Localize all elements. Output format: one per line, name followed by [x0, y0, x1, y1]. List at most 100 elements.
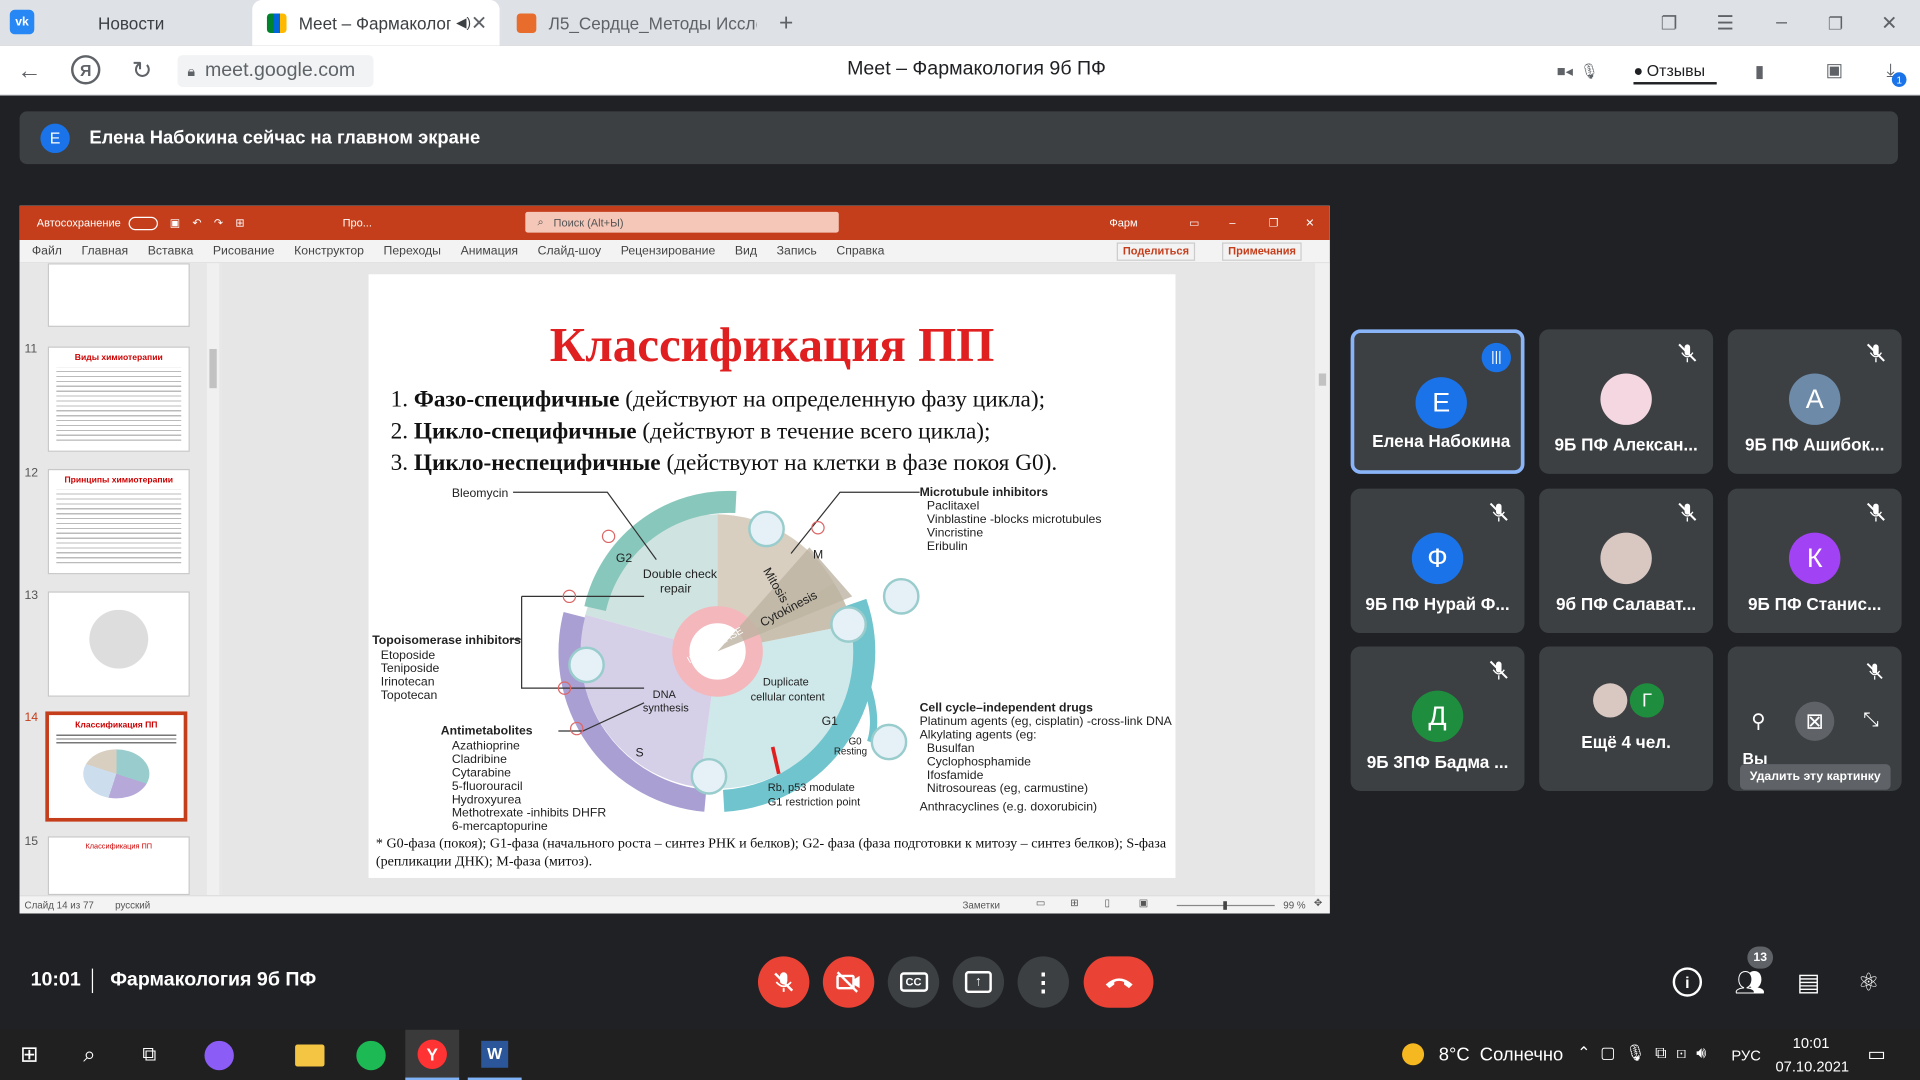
- pin-icon[interactable]: ⚲: [1745, 708, 1772, 735]
- mic-toggle-button[interactable]: [757, 956, 810, 1008]
- search-taskbar-icon[interactable]: ⌕: [62, 1030, 116, 1080]
- ppt-menu-0[interactable]: Файл: [32, 244, 62, 257]
- ppt-menu-6[interactable]: Анимация: [461, 244, 518, 257]
- ppt-menu-3[interactable]: Рисование: [213, 244, 275, 257]
- meeting-details-icon[interactable]: i: [1672, 967, 1703, 997]
- more-options-button[interactable]: ⋮: [1017, 956, 1069, 1008]
- close-tab-icon[interactable]: ✕: [471, 10, 487, 34]
- participant-tile[interactable]: E Елена Набокина |||: [1350, 329, 1525, 474]
- url-field[interactable]: 🔒︎ meet.google.com: [177, 55, 374, 87]
- participant-tile[interactable]: Ф 9Б ПФ Нурай Ф...: [1350, 488, 1525, 634]
- vk-icon[interactable]: vk: [9, 9, 35, 35]
- thumb-14-selected[interactable]: Классификация ПП: [45, 711, 188, 822]
- yandex-icon[interactable]: Я: [71, 55, 101, 85]
- notifications-icon[interactable]: ▭: [1867, 1042, 1886, 1066]
- participant-tile[interactable]: 9б ПФ Салават...: [1539, 488, 1714, 634]
- save-icon[interactable]: ▣: [170, 216, 180, 229]
- ppt-search[interactable]: ⌕ Поиск (Alt+Ы): [525, 211, 839, 233]
- tab-meet[interactable]: Meet – Фармакологи ◀) ✕: [252, 0, 500, 46]
- leave-call-button[interactable]: [1083, 956, 1154, 1008]
- ppt-menu-5[interactable]: Переходы: [384, 244, 441, 257]
- clock-time[interactable]: 10:01: [1793, 1035, 1830, 1052]
- reload-icon[interactable]: ↻: [127, 55, 156, 84]
- alice-icon[interactable]: [192, 1030, 246, 1080]
- undo-icon[interactable]: ↶: [192, 216, 201, 229]
- task-view-icon[interactable]: ⧉: [122, 1030, 176, 1080]
- tab-doc[interactable]: Л5_Сердце_Методы Иссле: [502, 0, 757, 45]
- minimize-icon[interactable]: –: [1768, 10, 1795, 37]
- view-slideshow-icon[interactable]: ▣: [1139, 898, 1148, 909]
- word-icon[interactable]: W: [467, 1030, 522, 1080]
- mic-status-icon[interactable]: 🎙︎: [1580, 60, 1600, 82]
- close-window-icon[interactable]: ✕: [1876, 10, 1903, 37]
- notes-button[interactable]: Заметки: [962, 900, 999, 911]
- svg-text:Cladribine: Cladribine: [452, 752, 507, 766]
- extension-icon[interactable]: ▣: [1822, 58, 1846, 82]
- ppt-minimize-icon[interactable]: –: [1229, 217, 1235, 229]
- ppt-menu-11[interactable]: Справка: [836, 244, 884, 257]
- share-button[interactable]: Поделиться: [1116, 242, 1196, 261]
- spotify-icon[interactable]: [344, 1030, 398, 1080]
- weather[interactable]: 8°C Солнечно: [1439, 1044, 1564, 1065]
- audio-icon[interactable]: ◀): [456, 15, 471, 31]
- clock-date[interactable]: 07.10.2021: [1776, 1058, 1850, 1075]
- ppt-menu-4[interactable]: Конструктор: [294, 244, 364, 257]
- maximize-icon[interactable]: ❐: [1822, 10, 1849, 37]
- ppt-menu-10[interactable]: Запись: [777, 244, 817, 257]
- back-icon[interactable]: ←: [15, 56, 44, 85]
- yandex-browser-icon[interactable]: Y: [405, 1029, 460, 1080]
- explorer-icon[interactable]: [283, 1030, 337, 1080]
- people-icon[interactable]: 👥︎: [1733, 965, 1767, 999]
- redo-icon[interactable]: ↷: [214, 216, 223, 229]
- bookmark-icon[interactable]: ▮: [1749, 59, 1771, 83]
- ppt-menu-1[interactable]: Главная: [82, 244, 129, 257]
- ppt-menu-9[interactable]: Вид: [735, 244, 757, 257]
- view-reading-icon[interactable]: ▯: [1104, 898, 1109, 909]
- menu-icon[interactable]: ☰: [1712, 10, 1739, 37]
- ribbon-display-icon[interactable]: ▭: [1189, 216, 1199, 229]
- slide-scrollbar[interactable]: [1315, 263, 1330, 896]
- start-icon[interactable]: ⊞: [2, 1030, 56, 1080]
- camera-status-icon[interactable]: ■◂: [1553, 60, 1577, 82]
- tray-icons[interactable]: ⌃▢🎙︎⧉⊡🔊︎: [1577, 1043, 1716, 1063]
- ppt-menu-8[interactable]: Рецензирование: [621, 244, 716, 257]
- view-sorter-icon[interactable]: ⊞: [1070, 898, 1078, 909]
- ppt-menu-7[interactable]: Слайд-шоу: [538, 244, 601, 257]
- thumb-scrollbar[interactable]: [206, 263, 220, 896]
- participant-avatar: А: [1788, 373, 1841, 425]
- collections-icon[interactable]: ❐: [1656, 10, 1683, 37]
- autosave-toggle[interactable]: [128, 216, 158, 230]
- present-icon[interactable]: ⊞: [235, 216, 244, 229]
- participant-tile[interactable]: Д 9Б 3ПФ Бадма ...: [1350, 646, 1525, 792]
- input-language[interactable]: РУС: [1731, 1047, 1760, 1064]
- participant-tile[interactable]: 9Б ПФ Алексан...: [1539, 329, 1714, 474]
- chat-icon[interactable]: ▤: [1793, 966, 1825, 998]
- thumb-15[interactable]: Классификация ПП: [47, 836, 190, 896]
- participant-tile[interactable]: Г Ещё 4 чел.: [1539, 646, 1714, 792]
- camera-toggle-button[interactable]: [822, 956, 875, 1008]
- thumb-10[interactable]: [47, 263, 190, 327]
- svg-text:repair: repair: [660, 582, 691, 596]
- minimize-tile-icon[interactable]: ⤡: [1858, 708, 1885, 735]
- ppt-close-icon[interactable]: ✕: [1305, 216, 1314, 229]
- thumb-13[interactable]: [47, 591, 190, 697]
- activities-icon[interactable]: ⚛︎: [1853, 966, 1885, 998]
- svg-text:5-fluorouracil: 5-fluorouracil: [452, 779, 523, 793]
- remove-tile-icon[interactable]: ⊠: [1795, 701, 1835, 741]
- fit-slide-icon[interactable]: ✥: [1314, 898, 1322, 909]
- participant-tile[interactable]: К 9Б ПФ Станис...: [1727, 488, 1902, 634]
- ppt-maximize-icon[interactable]: ❐: [1269, 216, 1279, 229]
- thumb-11[interactable]: Виды химиотерапии: [47, 346, 190, 452]
- tab-news[interactable]: Новости: [73, 0, 244, 45]
- new-tab-icon[interactable]: +: [771, 9, 800, 38]
- ppt-menu-2[interactable]: Вставка: [148, 244, 194, 257]
- zoom-slider[interactable]: [1176, 901, 1275, 910]
- present-button[interactable]: ↑: [952, 956, 1005, 1008]
- captions-button[interactable]: CC: [887, 956, 940, 1008]
- label-anti: Antimetabolites: [441, 724, 533, 738]
- comments-button[interactable]: Примечания: [1222, 242, 1303, 261]
- participant-tile[interactable]: А 9Б ПФ Ашибок...: [1727, 329, 1902, 474]
- feedback-button[interactable]: ● Отзывы: [1633, 58, 1717, 85]
- view-normal-icon[interactable]: ▭: [1036, 898, 1045, 909]
- thumb-12[interactable]: Принципы химиотерапии: [47, 468, 190, 575]
